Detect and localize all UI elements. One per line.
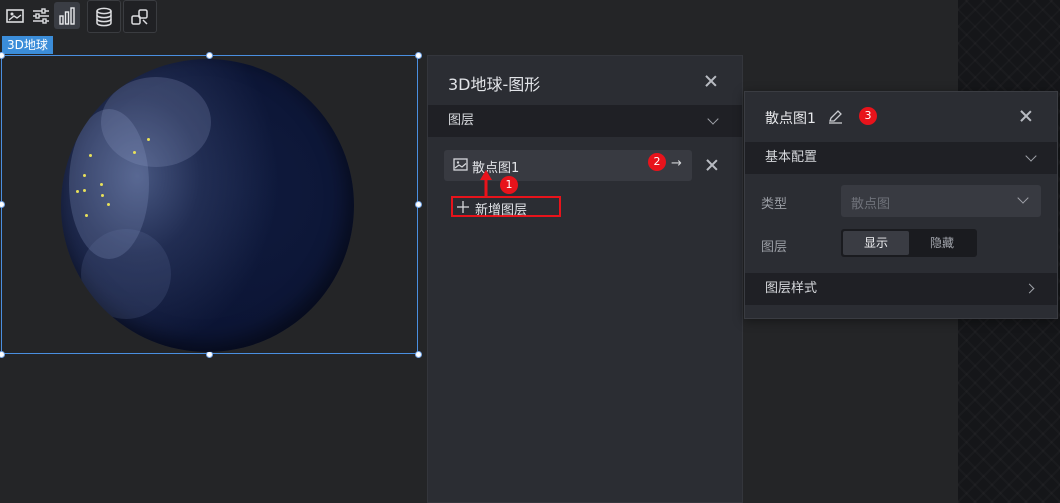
layer-visibility-label: 图层	[761, 240, 788, 255]
resize-handle-top-right[interactable]	[415, 52, 422, 59]
scatter-point	[83, 174, 86, 177]
shapes-icon	[131, 8, 148, 25]
chevron-right-icon	[1024, 283, 1035, 294]
type-select-value: 散点图	[851, 197, 891, 212]
add-layer-button[interactable]: 新增图层	[451, 196, 561, 218]
arrow-right-icon[interactable]: →	[671, 156, 682, 171]
resize-handle-right[interactable]	[415, 201, 422, 208]
basic-config-label: 基本配置	[765, 150, 818, 165]
edit-icon[interactable]	[828, 109, 843, 124]
scatter-point	[100, 183, 103, 186]
chevron-down-icon	[1017, 192, 1029, 204]
data-tool-button[interactable]	[87, 0, 121, 33]
resize-handle-top[interactable]	[206, 52, 213, 59]
layer-config-title: 散点图1	[765, 111, 816, 127]
layer-config-panel: 散点图1 3 基本配置 类型 散点图 图层 显示 隐藏 图层样式	[744, 91, 1058, 319]
globe-landmass	[101, 77, 211, 167]
scatter-point	[147, 138, 150, 141]
add-layer-label: 新增图层	[475, 203, 528, 218]
bar-chart-icon	[59, 6, 75, 25]
scatter-point	[85, 214, 88, 217]
scatter-point	[83, 189, 86, 192]
chart-tool-button[interactable]	[54, 2, 80, 29]
scatter-point	[107, 203, 110, 206]
image-icon	[453, 158, 468, 171]
database-icon	[96, 7, 112, 26]
visibility-toggle: 显示 隐藏	[841, 229, 977, 257]
scatter-point	[89, 154, 92, 157]
type-label: 类型	[761, 197, 788, 212]
layer-style-section-header[interactable]: 图层样式	[745, 273, 1057, 305]
layer-style-label: 图层样式	[765, 281, 818, 296]
show-option[interactable]: 显示	[843, 231, 909, 255]
delete-layer-icon[interactable]	[705, 158, 719, 172]
chevron-down-icon	[1025, 150, 1037, 162]
scatter-point	[101, 194, 104, 197]
component-tag[interactable]: 3D地球	[2, 36, 53, 54]
step-badge: 2	[648, 153, 666, 171]
shape-panel: 3D地球-图形 图层 散点图1 2 → 1 新增图层	[427, 55, 743, 503]
settings-tool-button[interactable]	[28, 2, 54, 29]
close-icon[interactable]	[704, 74, 718, 88]
layers-section-header[interactable]: 图层	[428, 105, 742, 137]
scatter-point	[133, 151, 136, 154]
globe-landmass	[81, 229, 171, 319]
basic-config-section-header[interactable]: 基本配置	[745, 142, 1057, 174]
plus-icon	[457, 201, 469, 213]
chevron-down-icon	[707, 113, 719, 125]
scatter-point	[76, 190, 79, 193]
resize-handle-bottom-left[interactable]	[0, 351, 5, 358]
image-tool-button[interactable]	[2, 2, 28, 29]
resize-handle-bottom[interactable]	[206, 351, 213, 358]
panel-title: 3D地球-图形	[448, 75, 541, 94]
close-icon[interactable]	[1019, 109, 1033, 123]
sliders-icon	[33, 7, 49, 24]
interaction-tool-button[interactable]	[123, 0, 157, 33]
type-select[interactable]: 散点图	[841, 185, 1041, 217]
step-badge: 3	[859, 107, 877, 125]
resize-handle-bottom-right[interactable]	[415, 351, 422, 358]
step-badge: 1	[500, 176, 518, 194]
annotation-arrow-icon	[480, 170, 492, 196]
layers-section-label: 图层	[448, 113, 475, 128]
hide-option[interactable]: 隐藏	[909, 231, 975, 255]
image-icon	[6, 8, 24, 23]
3d-globe[interactable]	[61, 59, 354, 352]
